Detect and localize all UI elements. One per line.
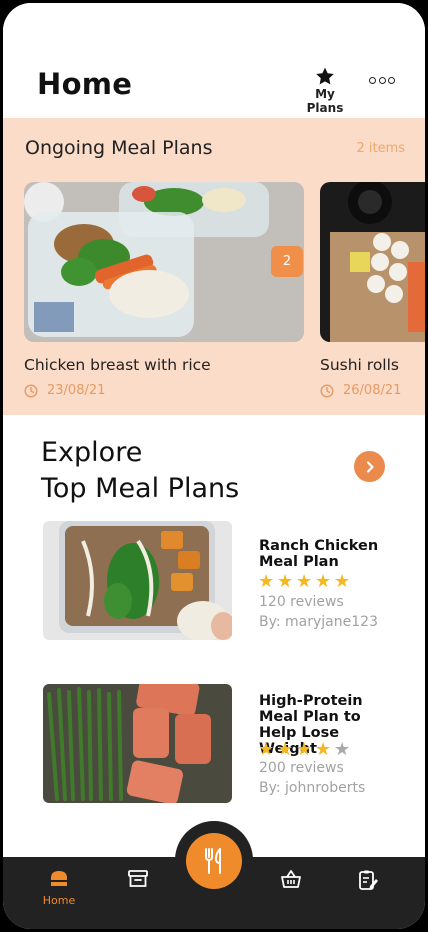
rating-stars: ★ ★ ★ ★ ★ [258,741,353,759]
clock-icon [24,383,38,398]
star-icon: ★ [258,739,275,760]
plan-image [43,521,232,640]
meals-fab-button[interactable] [186,833,242,889]
star-icon: ★ [296,571,313,592]
star-icon: ★ [315,739,332,760]
meal-name: Chicken breast with rice [24,356,211,374]
meal-name: Sushi rolls [320,356,399,374]
date-text: 23/08/21 [47,383,106,398]
star-icon: ★ [315,571,332,592]
app-screen: Home My Plans Ongoing Meal Plans 2 items [3,3,425,929]
meal-date: 23/08/21 [24,383,105,398]
tab-notes[interactable] [343,869,393,891]
tab-archive[interactable] [113,869,163,889]
clock-icon [320,383,334,398]
plan-author: By: johnroberts [259,780,366,796]
my-plans-button[interactable]: My Plans [295,67,355,115]
page-title: Home [37,67,133,101]
review-count: 120 reviews [259,594,344,610]
date-text: 26/08/21 [343,383,402,398]
archive-icon [128,870,148,887]
see-all-button[interactable] [354,451,385,482]
rating-stars: ★ ★ ★ ★ ★ [258,573,353,591]
device-frame: Home My Plans Ongoing Meal Plans 2 items [0,0,428,932]
meal-date: 26/08/21 [320,383,401,398]
notes-icon [359,870,378,890]
explore-title-line2: Top Meal Plans [41,473,240,504]
star-icon: ★ [277,739,294,760]
basket-icon [281,870,301,888]
review-count: 200 reviews [259,760,344,776]
meal-image [320,182,425,342]
top-meal-plan[interactable]: High-Protein Meal Plan to Help Lose Weig… [43,684,393,804]
home-icon [51,871,67,886]
app-header: Home My Plans [3,3,425,118]
more-icon[interactable] [369,77,395,89]
count-badge[interactable]: 2 [271,246,303,277]
fork-knife-icon [205,848,221,874]
star-empty-icon: ★ [334,739,351,760]
plan-author: By: maryjane123 [259,614,378,630]
star-icon: ★ [258,571,275,592]
plan-image [43,684,232,803]
tab-home[interactable]: Home [34,869,84,907]
star-icon [316,67,334,85]
meal-image [24,182,304,342]
chevron-right-icon [366,460,374,473]
section-title: Ongoing Meal Plans [25,137,213,159]
explore-title: Explore Top Meal Plans [41,435,239,507]
my-plans-label: My Plans [306,87,344,115]
meal-plan-card[interactable]: Chicken breast with rice 23/08/21 [24,182,304,398]
star-icon: ★ [334,571,351,592]
star-icon: ★ [277,571,294,592]
top-meal-plan[interactable]: Ranch Chicken Meal Plan ★ ★ ★ ★ ★ 120 re… [43,521,393,641]
items-count: 2 items [356,141,405,156]
meal-plan-card[interactable]: Sushi rolls 26/08/21 [320,182,425,398]
star-icon: ★ [296,739,313,760]
explore-title-line1: Explore [41,437,143,468]
plan-title: Ranch Chicken Meal Plan [259,538,379,570]
tab-home-label: Home [42,894,76,907]
tab-basket[interactable] [266,869,316,889]
ongoing-meal-plans: Ongoing Meal Plans 2 items Chicken breas… [3,118,425,415]
